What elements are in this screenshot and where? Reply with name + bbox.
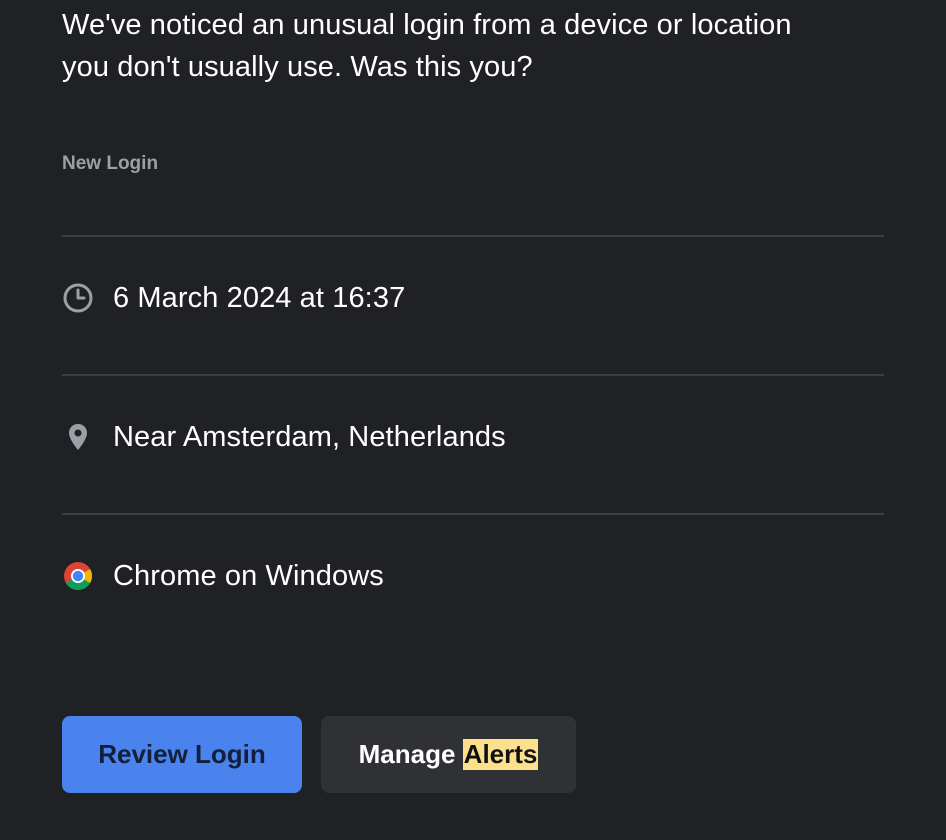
- location-pin-icon: [62, 421, 94, 453]
- login-device-text: Chrome on Windows: [113, 559, 384, 592]
- manage-label-prefix: Manage: [358, 739, 456, 769]
- clock-icon: [62, 282, 94, 314]
- login-device-row: Chrome on Windows: [62, 556, 884, 596]
- review-login-label: Review Login: [98, 739, 266, 769]
- intro-message: We've noticed an unusual login from a de…: [62, 4, 884, 88]
- intro-line-2: you don't usually use. Was this you?: [62, 51, 533, 83]
- divider: [62, 235, 884, 237]
- login-location-text: Near Amsterdam, Netherlands: [113, 420, 506, 453]
- section-label: New Login: [62, 153, 159, 174]
- login-location-row: Near Amsterdam, Netherlands: [62, 417, 884, 457]
- manage-label-highlight: Alerts: [462, 739, 539, 770]
- login-time-text: 6 March 2024 at 16:37: [113, 281, 406, 314]
- chrome-icon: [62, 560, 94, 592]
- intro-line-1: We've noticed an unusual login from a de…: [62, 9, 792, 41]
- divider: [62, 513, 884, 515]
- manage-alerts-button[interactable]: Manage Alerts: [321, 716, 576, 793]
- review-login-button[interactable]: Review Login: [62, 716, 302, 793]
- divider: [62, 374, 884, 376]
- login-time-row: 6 March 2024 at 16:37: [62, 278, 884, 318]
